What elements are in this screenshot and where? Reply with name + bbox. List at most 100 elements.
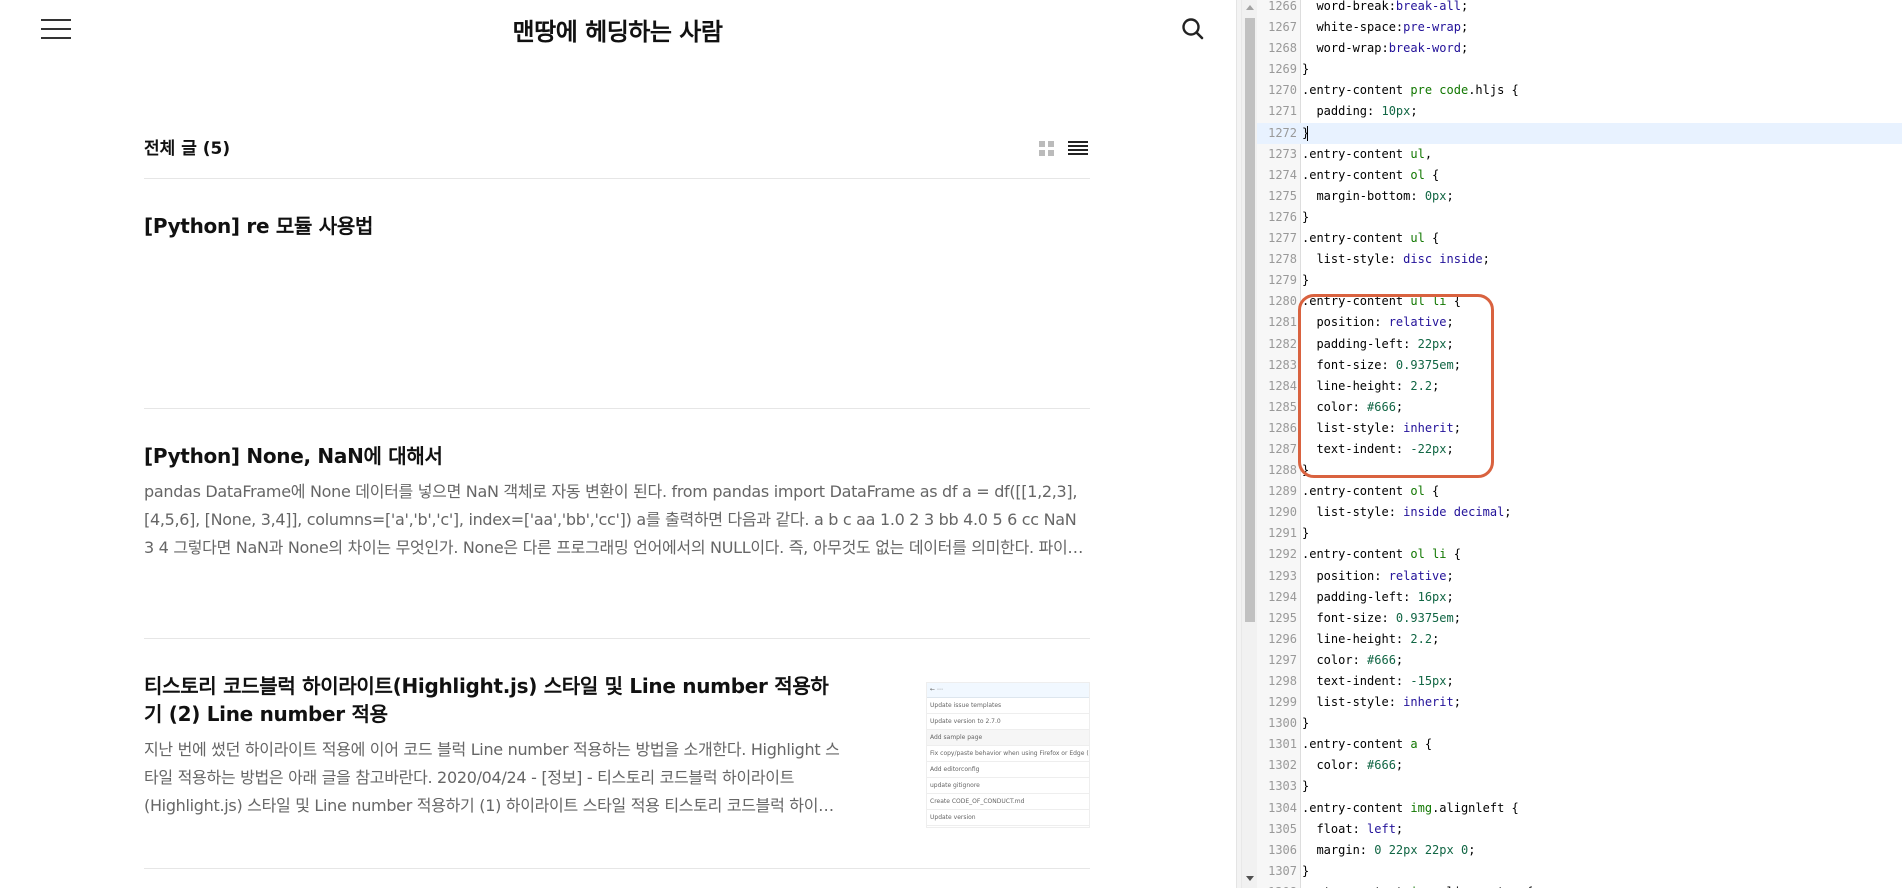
post-item[interactable]: [Python] re 모듈 사용법 <box>144 212 1090 240</box>
code-text: .entry-content ol { <box>1302 484 1440 499</box>
menu-bar <box>41 37 71 39</box>
code-line[interactable]: 1283 font-size: 0.9375em; <box>1257 355 1902 376</box>
code-line[interactable]: 1295 font-size: 0.9375em; <box>1257 608 1902 629</box>
search-icon[interactable] <box>1180 16 1206 42</box>
code-line[interactable]: 1274 .entry-content ol { <box>1257 165 1902 186</box>
code-text: } <box>1302 863 1310 878</box>
hamburger-menu-icon[interactable] <box>41 18 71 40</box>
menu-bar <box>41 19 71 21</box>
code-line[interactable]: 1285 color: #666; <box>1257 397 1902 418</box>
line-number: 1285 <box>1268 399 1297 414</box>
code-line[interactable]: 1299 list-style: inherit; <box>1257 692 1902 713</box>
code-text: } <box>1302 463 1310 478</box>
divider <box>144 638 1090 639</box>
code-line[interactable]: 1293 position: relative; <box>1257 566 1902 587</box>
post-title[interactable]: [Python] re 모듈 사용법 <box>144 212 1090 240</box>
post-item[interactable]: [Python] None, NaN에 대해서 pandas DataFrame… <box>144 442 1090 562</box>
code-line[interactable]: 1300} <box>1257 713 1902 734</box>
line-number: 1271 <box>1268 104 1297 119</box>
post-title[interactable]: [Python] None, NaN에 대해서 <box>144 442 1090 470</box>
line-number: 1288 <box>1268 463 1297 478</box>
code-line[interactable]: 1288} <box>1257 460 1902 481</box>
line-number: 1268 <box>1268 41 1297 56</box>
code-line[interactable]: 1305 float: left; <box>1257 819 1902 840</box>
code-line[interactable]: 1294 padding-left: 16px; <box>1257 587 1902 608</box>
code-line[interactable]: 1304 .entry-content img.alignleft { <box>1257 798 1902 819</box>
thumbnail-row: update gitignore <box>927 778 1089 794</box>
code-line[interactable]: 1282 padding-left: 22px; <box>1257 334 1902 355</box>
code-line[interactable]: 1266 word-break:break-all; <box>1257 0 1902 17</box>
code-line[interactable]: 1281 position: relative; <box>1257 312 1902 333</box>
code-line[interactable]: 1277 .entry-content ul { <box>1257 228 1902 249</box>
line-number: 1298 <box>1268 674 1297 688</box>
post-title[interactable]: 티스토리 코드블럭 하이라이트(Highlight.js) 스타일 및 Line… <box>144 672 844 728</box>
code-line[interactable]: 1272} <box>1257 122 1902 144</box>
code-line[interactable]: 1278 list-style: disc inside; <box>1257 249 1902 270</box>
line-number: 1272 <box>1268 125 1297 140</box>
line-number: 1277 <box>1268 231 1297 246</box>
code-line[interactable]: 1303} <box>1257 776 1902 797</box>
code-line[interactable]: 1267 white-space:pre-wrap; <box>1257 17 1902 38</box>
list-view-icon[interactable] <box>1068 139 1088 157</box>
code-line[interactable]: 1268 word-wrap:break-word; <box>1257 38 1902 59</box>
post-item[interactable]: 티스토리 코드블럭 하이라이트(Highlight.js) 스타일 및 Line… <box>144 672 1090 828</box>
line-number: 1287 <box>1268 441 1297 456</box>
line-number: 1305 <box>1268 821 1297 836</box>
blog-pane: 맨땅에 헤딩하는 사람 전체 글 (5) [Python] re 모듈 사용법 … <box>0 0 1236 888</box>
code-text: .entry-content a { <box>1302 737 1433 752</box>
code-line[interactable]: 1279} <box>1257 270 1902 291</box>
code-line[interactable]: 1290 list-style: inside decimal; <box>1257 502 1902 523</box>
line-number: 1267 <box>1268 20 1297 35</box>
code-line[interactable]: 1276} <box>1257 207 1902 228</box>
scroll-down-arrow-icon[interactable] <box>1246 876 1254 881</box>
code-text: word-break:break-all; <box>1302 0 1469 13</box>
code-text: } <box>1302 273 1310 288</box>
code-editor[interactable]: 1266 word-break:break-all; 1267 white-spa… <box>1257 0 1902 888</box>
code-line[interactable]: 1298 text-indent: -15px; <box>1257 671 1902 692</box>
code-line[interactable]: 1273 .entry-content ul, <box>1257 144 1902 165</box>
code-text: position: relative; <box>1302 315 1454 330</box>
code-line[interactable]: 1296 line-height: 2.2; <box>1257 629 1902 650</box>
code-line[interactable]: 1271 padding: 10px; <box>1257 101 1902 122</box>
code-line[interactable]: 1280 .entry-content ul li { <box>1257 291 1902 312</box>
code-line[interactable]: 1286 list-style: inherit; <box>1257 418 1902 439</box>
code-line[interactable]: 1306 margin: 0 22px 22px 0; <box>1257 840 1902 861</box>
line-number: 1295 <box>1268 610 1297 625</box>
code-line[interactable]: 1289 .entry-content ol { <box>1257 481 1902 502</box>
thumbnail-row: Update version to 2.7.0 <box>927 714 1089 730</box>
code-line[interactable]: 1291} <box>1257 523 1902 544</box>
code-line[interactable]: 1292 .entry-content ol li { <box>1257 544 1902 565</box>
line-number: 1273 <box>1268 146 1297 161</box>
scroll-up-arrow-icon[interactable] <box>1246 5 1254 10</box>
code-line[interactable]: 1284 line-height: 2.2; <box>1257 376 1902 397</box>
code-lines[interactable]: 1266 word-break:break-all; 1267 white-spa… <box>1257 0 1902 888</box>
post-excerpt: 지난 번에 썼던 하이라이트 적용에 이어 코드 블럭 Line number … <box>144 740 840 815</box>
line-number: 1275 <box>1268 188 1297 203</box>
code-line[interactable]: 1270 .entry-content pre code.hljs { <box>1257 80 1902 101</box>
code-line[interactable]: 1275 margin-bottom: 0px; <box>1257 186 1902 207</box>
code-text: margin: 0 22px 22px 0; <box>1302 842 1476 857</box>
scrollbar-thumb[interactable] <box>1245 18 1255 622</box>
grid-view-icon[interactable] <box>1038 139 1056 157</box>
blog-title[interactable]: 맨땅에 헤딩하는 사람 <box>400 12 835 47</box>
code-line[interactable]: 1302 color: #666; <box>1257 755 1902 776</box>
code-line[interactable]: 1301 .entry-content a { <box>1257 734 1902 755</box>
code-line[interactable]: 1297 color: #666; <box>1257 650 1902 671</box>
code-text: position: relative; <box>1302 568 1454 583</box>
code-text: list-style: inside decimal; <box>1302 505 1512 520</box>
code-line[interactable]: 1269} <box>1257 59 1902 80</box>
code-text: .entry-content img.aligncenter { <box>1302 882 1533 888</box>
code-text: .entry-content ol li { <box>1302 547 1461 562</box>
line-number: 1278 <box>1268 252 1297 267</box>
line-number: 1274 <box>1268 167 1297 182</box>
line-number: 1293 <box>1268 568 1297 583</box>
code-line[interactable]: 1287 text-indent: -22px; <box>1257 439 1902 460</box>
line-number: 1307 <box>1268 863 1297 878</box>
post-thumbnail[interactable]: ← ⋯ Update issue templates Update versio… <box>926 682 1090 828</box>
vertical-scrollbar[interactable] <box>1241 0 1257 888</box>
code-line[interactable]: 1307} <box>1257 861 1902 882</box>
code-text: white-space:pre-wrap; <box>1302 20 1469 35</box>
line-number: 1284 <box>1268 378 1297 393</box>
code-line[interactable]: 1308 .entry-content img.aligncenter { <box>1257 882 1902 888</box>
code-text: margin-bottom: 0px; <box>1302 188 1454 203</box>
